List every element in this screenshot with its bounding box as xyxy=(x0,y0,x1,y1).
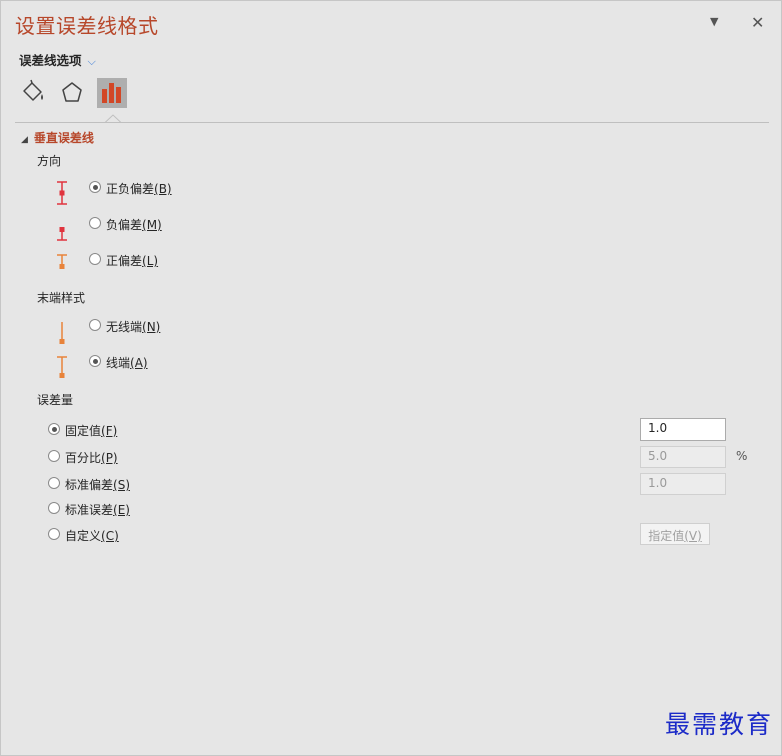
radio-percentage[interactable] xyxy=(48,450,60,462)
collapse-triangle-icon: ◢ xyxy=(21,135,28,145)
radio-both[interactable] xyxy=(89,181,101,193)
radio-plus-label[interactable]: 正偏差(L) xyxy=(106,252,158,269)
end-style-label: 末端样式 xyxy=(37,291,86,305)
tab-separator xyxy=(15,122,769,123)
radio-custom[interactable] xyxy=(48,528,60,540)
radio-plus[interactable] xyxy=(89,253,101,265)
fill-bucket-icon xyxy=(23,79,43,101)
radio-std-error-label[interactable]: 标准误差(E) xyxy=(65,501,130,518)
chevron-down-icon: ⌵ xyxy=(87,55,96,68)
radio-minus-label[interactable]: 负偏差(M) xyxy=(106,216,162,233)
error-amount-label: 误差量 xyxy=(37,393,74,407)
error-bar-options-dropdown[interactable]: 误差线选项 ⌵ xyxy=(19,50,96,69)
fixed-value-input[interactable]: 1.0 xyxy=(640,418,726,441)
radio-minus[interactable] xyxy=(89,217,101,229)
radio-both-label[interactable]: 正负偏差(B) xyxy=(106,180,172,197)
vertical-error-bars-section[interactable]: ◢ 垂直误差线 xyxy=(21,129,94,146)
specify-value-button[interactable]: 指定值(V) xyxy=(640,523,710,545)
percent-unit: % xyxy=(736,449,748,463)
radio-fixed-value-label[interactable]: 固定值(F) xyxy=(65,422,117,439)
radio-std-error[interactable] xyxy=(48,502,60,514)
radio-no-cap-label[interactable]: 无线端(N) xyxy=(106,318,160,335)
watermark: 最需教育 xyxy=(664,710,773,739)
bar-chart-icon xyxy=(102,83,121,103)
close-icon: ✕ xyxy=(751,13,765,32)
radio-std-dev[interactable] xyxy=(48,477,60,489)
tab-fill-line[interactable] xyxy=(18,78,48,108)
no-cap-icon xyxy=(59,322,65,344)
minus-error-bar-icon xyxy=(57,227,67,241)
section-title: 垂直误差线 xyxy=(33,131,94,145)
both-error-bar-icon xyxy=(57,181,67,205)
tab-error-bar-options[interactable] xyxy=(97,78,127,108)
pane-menu-button[interactable]: ▼ xyxy=(710,15,718,28)
radio-custom-label[interactable]: 自定义(C) xyxy=(65,527,119,544)
radio-no-cap[interactable] xyxy=(89,319,101,331)
direction-label: 方向 xyxy=(37,154,62,168)
radio-std-dev-label[interactable]: 标准偏差(S) xyxy=(65,476,130,493)
percentage-input[interactable]: 5.0 xyxy=(640,446,726,468)
pentagon-icon xyxy=(62,82,82,102)
std-dev-input[interactable]: 1.0 xyxy=(640,473,726,495)
radio-cap[interactable] xyxy=(89,355,101,367)
options-dropdown-label: 误差线选项 xyxy=(19,53,82,68)
radio-cap-label[interactable]: 线端(A) xyxy=(106,354,148,371)
pane-title: 设置误差线格式 xyxy=(15,14,159,38)
radio-percentage-label[interactable]: 百分比(P) xyxy=(65,449,118,466)
cap-icon xyxy=(57,356,67,378)
tab-effects[interactable] xyxy=(57,78,87,108)
close-button[interactable]: ✕ xyxy=(751,13,764,32)
format-error-bars-pane: 设置误差线格式 ▼ ✕ 误差线选项 ⌵ ◢ 垂直误差线 方向 正负偏差(B) 负… xyxy=(0,0,782,756)
chevron-down-icon: ▼ xyxy=(710,15,719,28)
radio-fixed-value[interactable] xyxy=(48,423,60,435)
plus-error-bar-icon xyxy=(57,254,67,269)
